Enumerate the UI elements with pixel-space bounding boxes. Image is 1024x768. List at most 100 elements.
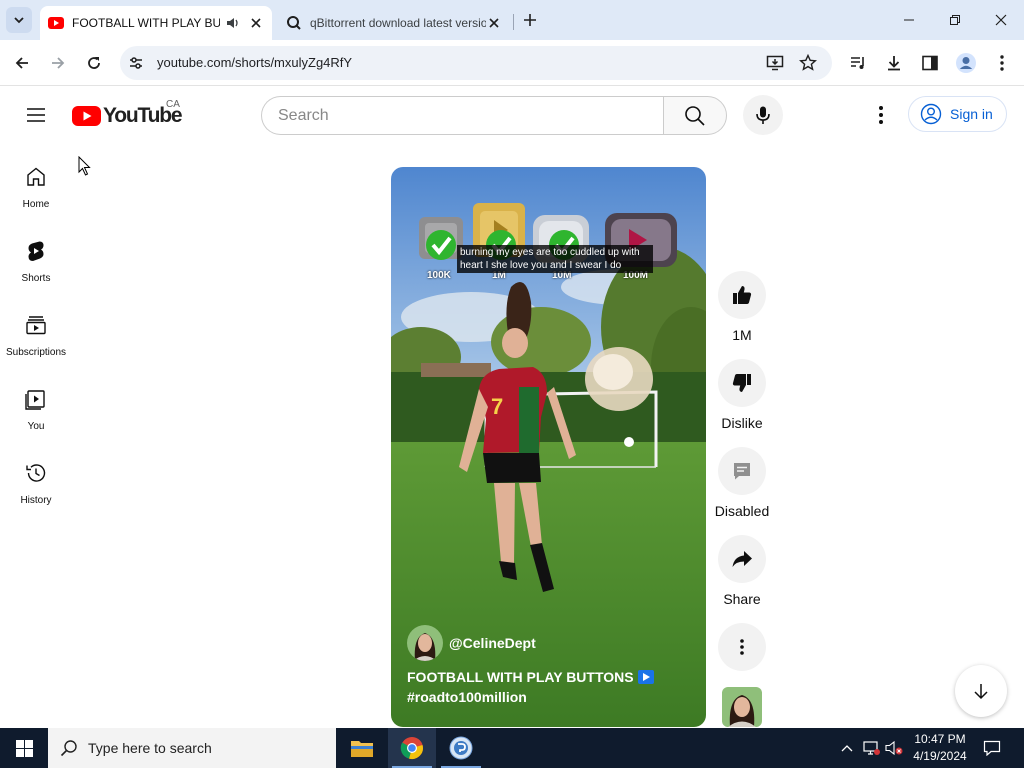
like-button[interactable] <box>718 271 766 319</box>
guide-item-label: History <box>20 495 52 506</box>
voice-search-button[interactable] <box>743 95 783 135</box>
microphone-icon <box>756 106 770 124</box>
chrome-menu-button[interactable] <box>990 51 1014 75</box>
jersey-number: 7 <box>491 394 504 419</box>
speaker-icon[interactable] <box>226 16 240 30</box>
sound-channel-avatar[interactable] <box>722 687 762 727</box>
channel-name[interactable]: @CelineDept <box>449 635 536 651</box>
back-button[interactable] <box>10 51 34 75</box>
guide-item-home[interactable]: Home <box>4 165 68 239</box>
guide-item-you[interactable]: You <box>4 387 68 461</box>
youtube-favicon-icon <box>48 17 64 29</box>
action-center-button[interactable] <box>978 728 1006 768</box>
install-app-icon[interactable] <box>766 54 784 72</box>
short-video-player[interactable]: 100K 1M 10M 100M 7 burning my eyes are t… <box>391 167 706 727</box>
subscriptions-icon <box>26 316 46 335</box>
close-tab-icon[interactable] <box>248 15 264 31</box>
clock-date: 4/19/2024 <box>913 749 967 763</box>
dislike-label: Dislike <box>721 415 763 431</box>
thumbs-up-icon <box>733 286 752 304</box>
settings-menu-button[interactable] <box>869 103 893 127</box>
system-clock[interactable]: 10:47 PM 4/19/2024 <box>902 731 978 765</box>
tab-qbittorrent[interactable]: qBittorrent download latest version <box>278 6 510 40</box>
close-icon <box>995 14 1007 26</box>
site-settings-icon[interactable] <box>128 55 144 71</box>
dislike-button[interactable] <box>718 359 766 407</box>
start-button[interactable] <box>0 728 48 768</box>
comments-action[interactable]: Disabled <box>715 447 769 519</box>
youtube-logo[interactable]: YouTube <box>72 104 183 128</box>
tab-search-button[interactable] <box>6 7 32 33</box>
search-input[interactable]: Search <box>261 96 664 135</box>
search-button[interactable] <box>663 96 727 135</box>
volume-control[interactable] <box>884 728 904 768</box>
comments-button[interactable] <box>718 447 766 495</box>
sign-in-button[interactable]: Sign in <box>908 96 1007 132</box>
arrow-down-icon <box>974 684 988 700</box>
tab-youtube-short[interactable]: FOOTBALL WITH PLAY BUTTONS <box>40 6 272 40</box>
guide-item-subscriptions[interactable]: Subscriptions <box>4 313 68 387</box>
share-button[interactable] <box>718 535 766 583</box>
search-icon <box>685 105 705 126</box>
chevron-down-icon <box>14 17 24 24</box>
address-bar[interactable]: youtube.com/shorts/mxulyZg4RfY <box>120 46 832 80</box>
restore-button[interactable] <box>932 0 978 40</box>
restore-icon <box>950 15 960 25</box>
tab-title: FOOTBALL WITH PLAY BUTTONS <box>72 16 220 30</box>
bookmark-star-icon[interactable] <box>799 54 817 72</box>
share-action[interactable]: Share <box>718 535 766 607</box>
next-video-button[interactable] <box>955 665 1007 717</box>
forward-button[interactable] <box>46 51 70 75</box>
sign-in-label: Sign in <box>950 106 993 122</box>
more-actions-button[interactable] <box>718 623 766 671</box>
downloads-button[interactable] <box>882 51 906 75</box>
kebab-menu-icon <box>1000 55 1004 71</box>
browser-tab-strip: FOOTBALL WITH PLAY BUTTONS qBittorrent d… <box>0 0 1024 40</box>
windows-taskbar: Type here to search 10:47 PM 4/19/2024 <box>0 728 1024 768</box>
video-hashtag[interactable]: #roadto100million <box>407 689 527 705</box>
taskbar-search-placeholder: Type here to search <box>88 740 212 756</box>
guide-item-label: Subscriptions <box>5 347 67 358</box>
taskbar-search-input[interactable]: Type here to search <box>48 728 336 768</box>
media-controls-button[interactable] <box>846 51 870 75</box>
download-icon <box>888 56 900 71</box>
reload-button[interactable] <box>82 51 106 75</box>
file-explorer-app[interactable] <box>338 728 386 768</box>
profile-button[interactable] <box>954 51 978 75</box>
guide-item-label: Home <box>22 199 50 210</box>
network-status[interactable] <box>860 728 882 768</box>
video-title[interactable]: FOOTBALL WITH PLAY BUTTONS #roadto100mil… <box>407 667 687 707</box>
thumbs-down-icon <box>732 374 751 392</box>
guide-menu-button[interactable] <box>24 103 48 127</box>
more-actions[interactable] <box>718 623 766 671</box>
kebab-menu-icon <box>740 639 744 655</box>
guide-item-history[interactable]: History <box>4 461 68 535</box>
play-button-emoji-icon <box>637 670 654 684</box>
reload-icon <box>88 57 100 69</box>
share-icon <box>732 551 752 567</box>
channel-avatar[interactable] <box>407 625 443 661</box>
you-icon <box>25 390 45 410</box>
share-label: Share <box>723 591 761 607</box>
browser-toolbar: youtube.com/shorts/mxulyZg4RfY <box>0 40 1024 86</box>
channel-info[interactable]: @CelineDept <box>407 625 536 661</box>
show-hidden-icons-button[interactable] <box>838 728 856 768</box>
home-icon <box>27 167 45 186</box>
hamburger-menu-icon <box>27 108 45 122</box>
chrome-icon <box>400 737 423 759</box>
new-tab-button[interactable] <box>520 10 540 30</box>
youtube-masthead: YouTube CA Search Sign in <box>0 87 1024 143</box>
side-panel-button[interactable] <box>918 51 942 75</box>
close-tab-icon[interactable] <box>486 15 502 31</box>
search-favicon-icon <box>287 16 301 30</box>
comment-icon <box>734 463 750 480</box>
kebab-menu-icon <box>879 106 883 124</box>
milestone-label: 100K <box>427 270 451 281</box>
dislike-action[interactable]: Dislike <box>718 359 766 431</box>
minimize-button[interactable] <box>886 0 932 40</box>
like-action[interactable]: 1M <box>718 271 766 343</box>
close-window-button[interactable] <box>978 0 1024 40</box>
chrome-app[interactable] <box>388 728 436 768</box>
qbittorrent-app[interactable] <box>437 728 485 768</box>
guide-item-shorts[interactable]: Shorts <box>4 239 68 313</box>
